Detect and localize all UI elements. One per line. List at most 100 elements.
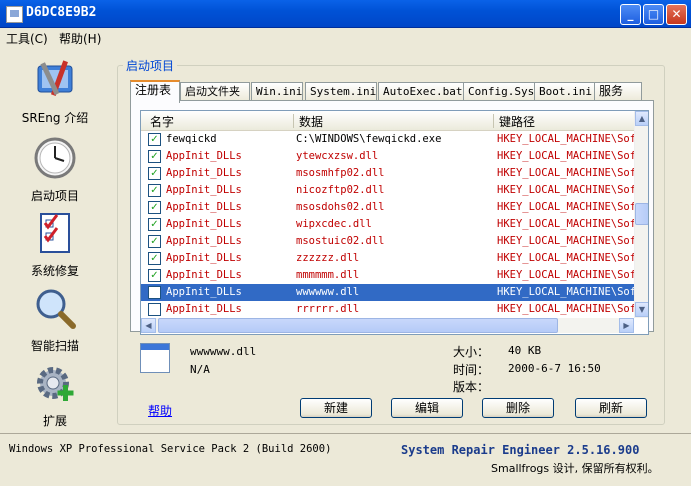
row-checkbox[interactable]: ✓ (148, 235, 161, 248)
entry-name: AppInit_DLLs (166, 184, 242, 196)
scroll-down-button[interactable]: ▼ (635, 302, 648, 317)
entry-key-path: HKEY_LOCAL_MACHINE\Sof (497, 235, 634, 247)
column-header-data[interactable]: 数据 (299, 113, 323, 130)
refresh-button[interactable]: 刷新 (575, 398, 647, 418)
help-link[interactable]: 帮助 (148, 402, 172, 419)
detail-time-label: 时间： (453, 363, 490, 377)
table-row[interactable]: ✓ AppInit_DLLs nicozftp02.dll HKEY_LOCAL_MA… (141, 182, 634, 199)
column-divider[interactable] (493, 114, 494, 128)
entry-data: nicozftp02.dll (296, 184, 385, 196)
vertical-scroll-thumb[interactable] (635, 203, 648, 225)
delete-button[interactable]: 删除 (482, 398, 554, 418)
scroll-up-button[interactable]: ▲ (635, 111, 648, 126)
detail-size-value: 40 KB (508, 344, 542, 357)
horizontal-scroll-thumb[interactable] (158, 318, 558, 333)
startup-list[interactable]: 名字 数据 键路径 ✓ fewqickd C:\WINDOWS\fewqickd.e… (140, 110, 649, 335)
menu-tools[interactable]: 工具(C) (6, 30, 48, 47)
menu-help[interactable]: 帮助(H) (59, 30, 101, 47)
tab-boot-ini[interactable]: Boot.ini (534, 82, 596, 101)
table-row[interactable]: ✓ AppInit_DLLs msosmhfp02.dll HKEY_LOCAL_MA… (141, 165, 634, 182)
table-row[interactable]: ✓ fewqickd C:\WINDOWS\fewqickd.exe HKEY_LOC… (141, 131, 634, 148)
vertical-scrollbar[interactable]: ▲ ▼ (634, 111, 648, 318)
magnifier-icon (36, 289, 76, 329)
maximize-icon: □ (647, 7, 660, 21)
sidebar: SREng 介绍 启动项目 系统修复 智能扫描 扩展 (0, 48, 110, 433)
detail-time-value: 2000-6-7 16:50 (508, 362, 601, 375)
details-panel: wwwwww.dll N/A 大小： 40 KB 时间： 2000-6-7 16… (130, 335, 652, 395)
arrow-down-icon: ▼ (638, 305, 646, 314)
row-checkbox[interactable]: ✓ (148, 150, 161, 163)
minimize-icon: _ (627, 7, 634, 21)
entry-data: ytewcxzsw.dll (296, 150, 379, 162)
entry-key-path: HKEY_LOCAL_MACHINE\Sof (497, 252, 634, 264)
group-title: 启动项目 (123, 57, 178, 74)
entry-name: AppInit_DLLs (166, 150, 242, 162)
row-checkbox[interactable]: ✓ (148, 133, 161, 146)
edit-button[interactable]: 编辑 (391, 398, 463, 418)
sidebar-item-label: SREng 介绍 (21, 111, 89, 125)
close-icon: ✕ (671, 7, 682, 21)
table-row[interactable]: ✓ AppInit_DLLs zzzzzz.dll HKEY_LOCAL_MACHIN… (141, 250, 634, 267)
entry-data: rrrrrr.dll (296, 303, 360, 315)
new-button[interactable]: 新建 (300, 398, 372, 418)
column-divider[interactable] (293, 114, 294, 128)
horizontal-scrollbar[interactable]: ◀ ▶ (141, 318, 634, 333)
table-row[interactable]: AppInit_DLLs wwwwww.dll HKEY_LOCAL_MACHINE… (141, 284, 634, 301)
table-row[interactable]: ✓ AppInit_DLLs mmmmmm.dll HKEY_LOCAL_MACHIN… (141, 267, 634, 284)
table-row[interactable]: AppInit_DLLs rrrrrr.dll HKEY_LOCAL_MACHINE… (141, 301, 634, 318)
entry-key-path: HKEY_LOCAL_MACHINE\Sof (497, 133, 634, 145)
column-header-key-path[interactable]: 键路径 (499, 113, 535, 130)
entry-name: AppInit_DLLs (166, 167, 242, 179)
row-checkbox[interactable] (148, 286, 161, 299)
entry-key-path: HKEY_LOCAL_MACHINE\Sof (497, 269, 634, 281)
entry-name: AppInit_DLLs (166, 303, 242, 315)
entry-data: C:\WINDOWS\fewqickd.exe (296, 133, 442, 145)
sidebar-item-smart-scan[interactable]: 智能扫描 (0, 286, 110, 354)
scroll-right-button[interactable]: ▶ (619, 318, 634, 333)
tab-config-sys[interactable]: Config.Sys (463, 82, 535, 101)
entry-key-path: HKEY_LOCAL_MACHINE\Sof (497, 150, 634, 162)
list-header: 名字 数据 键路径 (141, 111, 634, 131)
tab-system-ini[interactable]: System.ini (305, 82, 377, 101)
minimize-button[interactable]: _ (620, 4, 641, 25)
table-row[interactable]: ✓ AppInit_DLLs msosdohs02.dll HKEY_LOCAL_MA… (141, 199, 634, 216)
sidebar-item-label: 启动项目 (30, 189, 79, 203)
main-window: D6DC8E9B2 _ □ ✕ 工具(C) 帮助(H) SREng 介绍 启动项… (0, 0, 691, 485)
tab-registry[interactable]: 注册表 (130, 80, 180, 103)
close-button[interactable]: ✕ (666, 4, 687, 25)
copyright-text: Smallfrogs 设计, 保留所有权利。 (491, 462, 659, 475)
detail-version-label: 版本： (453, 380, 490, 394)
tab-autoexec-bat[interactable]: AutoExec.bat (378, 82, 465, 101)
sidebar-item-extensions[interactable]: 扩展 (0, 361, 110, 429)
sidebar-item-startup[interactable]: 启动项目 (0, 136, 110, 204)
sidebar-item-label: 智能扫描 (30, 339, 79, 353)
tab-services[interactable]: 服务 (594, 82, 642, 101)
entry-name: AppInit_DLLs (166, 269, 242, 281)
entry-data: mmmmmm.dll (296, 269, 360, 281)
title-bar[interactable]: D6DC8E9B2 _ □ ✕ (0, 0, 691, 28)
tab-startup-folder[interactable]: 启动文件夹 (180, 82, 250, 101)
row-checkbox[interactable]: ✓ (148, 252, 161, 265)
row-checkbox[interactable] (148, 303, 161, 316)
sidebar-item-system-repair[interactable]: 系统修复 (0, 211, 110, 279)
entry-key-path: HKEY_LOCAL_MACHINE\Sof (497, 303, 634, 315)
table-row[interactable]: ✓ AppInit_DLLs msostuic02.dll HKEY_LOCAL_MA… (141, 233, 634, 250)
table-row[interactable]: ✓ AppInit_DLLs wipxcdec.dll HKEY_LOCAL_MACH… (141, 216, 634, 233)
row-checkbox[interactable]: ✓ (148, 201, 161, 214)
table-row[interactable]: ✓ AppInit_DLLs ytewcxzsw.dll HKEY_LOCAL_MAC… (141, 148, 634, 165)
window-title: D6DC8E9B2 (26, 5, 97, 20)
sidebar-item-sreng-intro[interactable]: SREng 介绍 (0, 58, 110, 126)
row-checkbox[interactable]: ✓ (148, 167, 161, 180)
row-checkbox[interactable]: ✓ (148, 184, 161, 197)
checklist-icon (40, 213, 70, 253)
entry-name: AppInit_DLLs (166, 218, 242, 230)
maximize-button[interactable]: □ (643, 4, 664, 25)
tab-win-ini[interactable]: Win.ini (251, 82, 303, 101)
entry-name: fewqickd (166, 133, 217, 145)
entry-data: msosdohs02.dll (296, 201, 385, 213)
entry-key-path: HKEY_LOCAL_MACHINE\Sof (497, 286, 634, 298)
row-checkbox[interactable]: ✓ (148, 218, 161, 231)
column-header-name[interactable]: 名字 (150, 113, 174, 130)
scroll-left-button[interactable]: ◀ (141, 318, 156, 333)
row-checkbox[interactable]: ✓ (148, 269, 161, 282)
